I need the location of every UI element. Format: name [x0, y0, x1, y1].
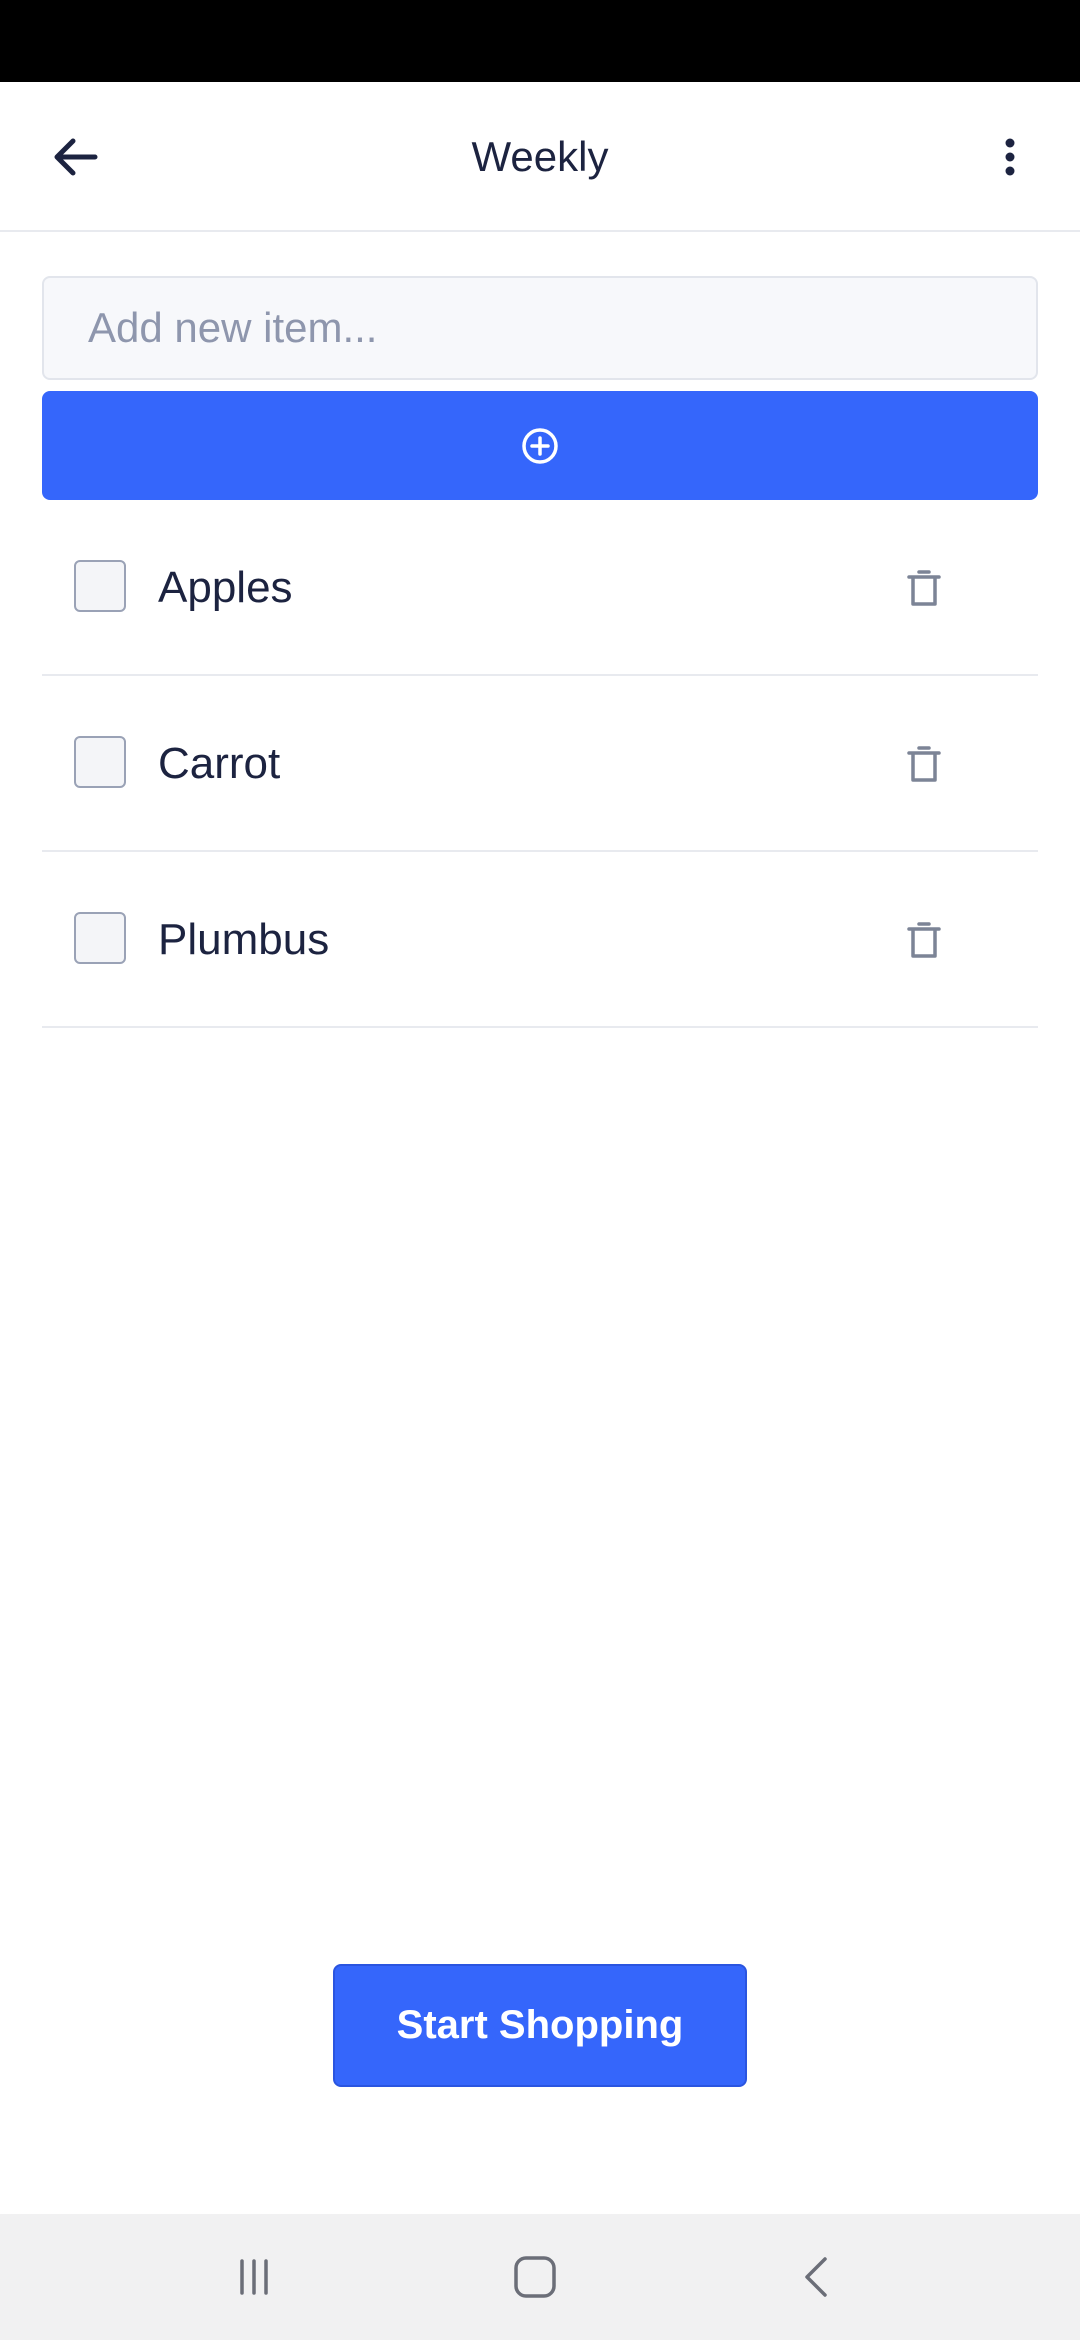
- item-checkbox[interactable]: [74, 560, 126, 612]
- system-nav-bar: [0, 2214, 1080, 2340]
- list-item: Carrot: [42, 676, 1038, 852]
- start-shopping-button[interactable]: Start Shopping: [333, 1964, 747, 2087]
- trash-icon: [907, 922, 941, 958]
- list-item: Apples: [42, 500, 1038, 676]
- delete-item-button[interactable]: [892, 908, 956, 972]
- item-checkbox[interactable]: [74, 736, 126, 788]
- trash-icon: [907, 570, 941, 606]
- item-label: Plumbus: [158, 915, 330, 964]
- shopping-list: Apples Carrot Plumbus: [42, 500, 1038, 1028]
- status-bar: [0, 0, 1080, 82]
- page-title: Weekly: [471, 133, 609, 180]
- back-button[interactable]: [40, 122, 110, 192]
- recents-button[interactable]: [214, 2237, 294, 2317]
- home-button[interactable]: [495, 2237, 575, 2317]
- add-item-input[interactable]: [42, 276, 1038, 380]
- app-header: Weekly: [0, 82, 1080, 232]
- more-options-button[interactable]: [980, 122, 1040, 192]
- home-icon: [514, 2256, 556, 2298]
- arrow-left-icon: [54, 138, 98, 176]
- screen: Weekly Apples Carrot: [0, 0, 1080, 2340]
- item-checkbox[interactable]: [74, 912, 126, 964]
- item-label: Apples: [158, 563, 293, 612]
- delete-item-button[interactable]: [892, 556, 956, 620]
- back-chevron-icon: [805, 2257, 827, 2297]
- trash-icon: [907, 746, 941, 782]
- item-label: Carrot: [158, 739, 281, 788]
- plus-circle-icon: [522, 427, 558, 464]
- nav-back-button[interactable]: [776, 2237, 856, 2317]
- add-item-button[interactable]: [42, 391, 1038, 500]
- delete-item-button[interactable]: [892, 732, 956, 796]
- more-vertical-icon: [1005, 138, 1015, 176]
- recents-icon: [240, 2259, 268, 2295]
- list-item: Plumbus: [42, 852, 1038, 1028]
